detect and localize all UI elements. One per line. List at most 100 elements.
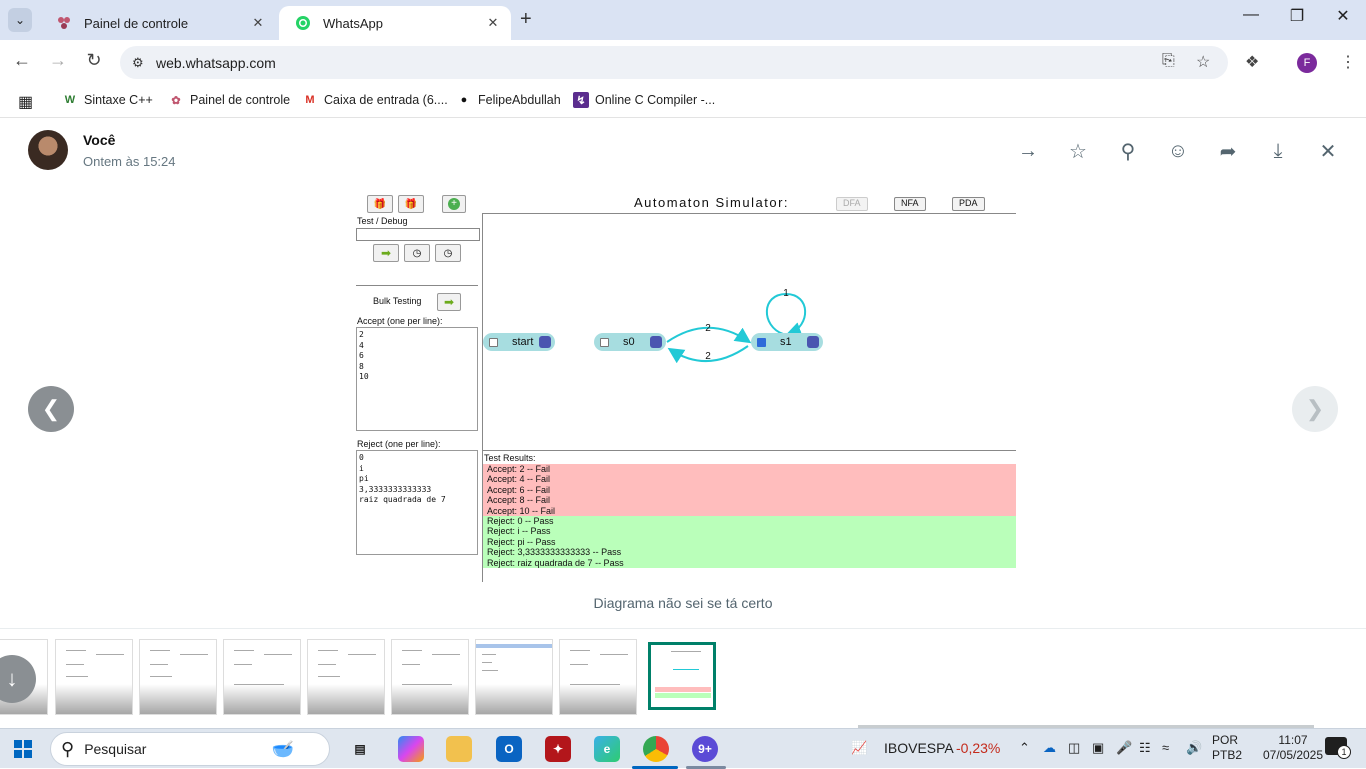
chrome-profile-icon[interactable]: 9+: [692, 736, 718, 762]
thumbnail-selected[interactable]: [648, 642, 716, 710]
copilot-icon[interactable]: [398, 736, 424, 762]
system-clock[interactable]: 11:07 07/05/2025: [1262, 733, 1324, 763]
close-viewer-icon[interactable]: ✕: [1316, 139, 1340, 163]
star-icon[interactable]: ☆: [1066, 139, 1090, 163]
previous-media-button[interactable]: ❮: [28, 386, 74, 432]
new-tab-button[interactable]: +: [520, 8, 532, 31]
result-line: Reject: 0 -- Pass: [487, 516, 554, 527]
file-explorer-icon[interactable]: [446, 736, 472, 762]
tab-painel[interactable]: Painel de controle ✕: [40, 6, 276, 40]
edge-label: 2: [705, 323, 711, 334]
compiler-icon: ↯: [573, 92, 589, 108]
chevron-left-icon: ❮: [41, 396, 61, 421]
bookmark-star-icon[interactable]: ☆: [1196, 52, 1210, 72]
thumbnail[interactable]: [307, 639, 385, 715]
painel-favicon-icon: [56, 15, 72, 31]
bookmark-painel[interactable]: ✿ Painel de controle: [168, 92, 290, 108]
address-bar[interactable]: ⚙ web.whatsapp.com: [120, 46, 1228, 79]
reload-icon[interactable]: ↻: [82, 50, 106, 71]
meet-now-icon[interactable]: ▣: [1092, 740, 1104, 756]
download-icon[interactable]: ⤓: [1266, 139, 1290, 163]
outlook-icon[interactable]: O: [496, 736, 522, 762]
thumbnail[interactable]: [559, 639, 637, 715]
thumbnail[interactable]: [139, 639, 217, 715]
close-tab-icon[interactable]: ✕: [485, 15, 501, 31]
load-icon: 🎁: [398, 195, 424, 213]
back-icon[interactable]: ←: [10, 50, 34, 71]
result-line: Accept: 10 -- Fail: [487, 505, 556, 516]
mode-pda: PDA: [952, 197, 985, 211]
microphone-icon[interactable]: 🎤: [1116, 740, 1132, 756]
go-to-message-icon[interactable]: →: [1016, 139, 1040, 163]
state-handle: [807, 336, 819, 348]
accept-checkbox: [600, 337, 609, 347]
install-app-icon[interactable]: ⎘: [1162, 52, 1175, 70]
restore-icon[interactable]: ❐: [1277, 6, 1317, 26]
result-line: Reject: raiz quadrada de 7 -- Pass: [487, 557, 624, 568]
profile-avatar[interactable]: F: [1297, 53, 1317, 73]
reject-textarea: 0 i pi 3,3333333333333 raiz quadrada de …: [356, 450, 478, 555]
result-line: Accept: 4 -- Fail: [487, 474, 551, 485]
site-info-icon[interactable]: ⚙: [132, 55, 150, 71]
edge-icon[interactable]: e: [594, 736, 620, 762]
save-icon: 🎁: [367, 195, 393, 213]
bookmark-gmail[interactable]: M Caixa de entrada (6....: [302, 92, 447, 108]
chrome-icon[interactable]: [643, 736, 669, 762]
stock-chart-icon: 📈: [851, 740, 868, 755]
network-icon[interactable]: ☷: [1139, 740, 1151, 756]
wifi-icon[interactable]: ≈: [1162, 740, 1169, 755]
emoji-react-icon[interactable]: ☺: [1166, 139, 1190, 163]
ticker-value[interactable]: -0,23%: [956, 740, 1000, 756]
media-image: 🎁 🎁 + Test / Debug ➡ ◷ ◷ Bulk Testing ➡ …: [356, 193, 1016, 583]
bookmark-sintaxe[interactable]: W Sintaxe C++: [62, 92, 153, 108]
thumbnail[interactable]: [391, 639, 469, 715]
pin-icon[interactable]: ⚲: [1116, 139, 1140, 163]
sent-time: Ontem às 15:24: [83, 154, 176, 169]
tab-title: WhatsApp: [323, 15, 383, 31]
forward-icon[interactable]: →: [46, 50, 70, 71]
windows-start-icon[interactable]: [14, 740, 32, 758]
result-line: Accept: 8 -- Fail: [487, 495, 551, 506]
thumbnail[interactable]: [55, 639, 133, 715]
step-forward-icon: ◷: [435, 244, 461, 262]
result-line: Reject: pi -- Pass: [487, 536, 556, 547]
state-handle: [650, 336, 662, 348]
chevron-right-icon: ❯: [1305, 396, 1325, 421]
search-highlight-icon: 🥣: [271, 738, 295, 759]
run-arrow-icon: ➡: [373, 244, 399, 262]
show-hidden-icons-icon[interactable]: ⌃: [1019, 740, 1030, 756]
next-media-button[interactable]: ❯: [1292, 386, 1338, 432]
mode-nfa: NFA: [894, 197, 926, 211]
ticker-name[interactable]: IBOVESPA: [884, 740, 954, 756]
tab-whatsapp[interactable]: WhatsApp ✕: [279, 6, 511, 40]
extensions-icon[interactable]: ❖: [1245, 52, 1259, 72]
forward-icon[interactable]: ➦: [1216, 139, 1240, 163]
media-caption: Diagrama não sei se tá certo: [593, 595, 773, 611]
apps-grid-icon[interactable]: ▦: [18, 92, 33, 112]
pass-results: Reject: 0 -- Pass Reject: i -- Pass Reje…: [483, 516, 1016, 569]
thumbnail[interactable]: [223, 639, 301, 715]
tab-search-button[interactable]: ⌄: [8, 8, 32, 32]
edge-label: 1: [783, 288, 789, 299]
result-line: Accept: 2 -- Fail: [487, 464, 551, 474]
close-window-icon[interactable]: ✕: [1323, 6, 1363, 26]
game-app-icon[interactable]: ✦: [545, 736, 571, 762]
bookmark-github[interactable]: ● FelipeAbdullah: [456, 92, 561, 108]
task-view-icon[interactable]: ▤: [347, 736, 373, 762]
thumbnail[interactable]: [475, 639, 553, 715]
usb-icon[interactable]: ◫: [1068, 740, 1080, 756]
reject-label: Reject (one per line):: [357, 439, 441, 449]
tab-strip: ⌄ Painel de controle ✕ WhatsApp ✕ + — ❐ …: [0, 0, 1366, 40]
notifications-icon[interactable]: 1: [1325, 737, 1351, 759]
test-input: [356, 228, 480, 241]
onedrive-icon[interactable]: ☁: [1043, 740, 1056, 756]
gmail-icon: M: [305, 94, 315, 106]
close-tab-icon[interactable]: ✕: [250, 15, 266, 31]
bookmark-compiler[interactable]: ↯ Online C Compiler -...: [573, 92, 715, 108]
minimize-icon[interactable]: —: [1231, 6, 1271, 24]
media-viewer: Você Ontem às 15:24 → ☆ ⚲ ☺ ➦ ⤓ ✕ ❮ ❯ 🎁 …: [0, 119, 1366, 728]
volume-icon[interactable]: 🔊: [1186, 740, 1202, 756]
avatar[interactable]: [28, 130, 68, 170]
input-language[interactable]: POR PTB2: [1212, 733, 1242, 763]
menu-icon[interactable]: ⋮: [1340, 52, 1356, 72]
